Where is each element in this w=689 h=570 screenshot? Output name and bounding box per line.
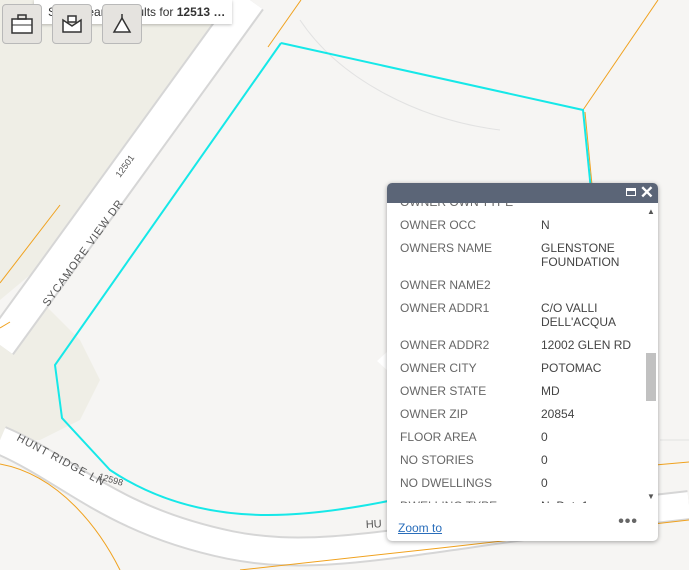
attribute-value: [537, 275, 641, 298]
measure-tool-button[interactable]: [102, 4, 142, 44]
attribute-row: OWNER ADDR1 C/O VALLI DELL'ACQUA: [396, 298, 641, 335]
measure-icon: [112, 14, 132, 33]
road-label-hunt-partial: HU: [366, 518, 383, 531]
attribute-row-partial: OWNER OWN TYPE: [396, 203, 641, 215]
attribute-value: 12002 GLEN RD: [541, 338, 632, 352]
attribute-value: 20854: [541, 407, 575, 421]
attribute-value: NoData1: [537, 496, 641, 503]
attribute-key: NO DWELLINGS: [400, 476, 493, 490]
zoom-to-link[interactable]: Zoom to: [398, 521, 442, 535]
scroll-up-icon[interactable]: ▲: [647, 207, 655, 216]
attribute-key: OWNER OCC: [400, 218, 476, 232]
attribute-value: 0: [541, 453, 548, 467]
attribute-row: NO DWELLINGS 0: [396, 473, 641, 496]
scroll-down-icon[interactable]: ▼: [647, 492, 655, 501]
attribute-value: GLENSTONE FOUNDATION: [541, 241, 620, 269]
close-icon[interactable]: ✕: [640, 184, 654, 202]
attribute-key: OWNER NAME2: [400, 278, 491, 292]
attribute-row: OWNER CITY POTOMAC: [396, 358, 641, 381]
feature-popup: ✕ OWNER OWN TYPE OWNER OCC N OWNERS NAME GL…: [387, 183, 658, 541]
briefcase-icon: [11, 14, 33, 34]
attribute-key: OWNER ZIP: [400, 407, 468, 421]
search-suggestion-query: 12513 …: [176, 5, 226, 19]
attribute-key: OWNER OWN TYPE: [396, 203, 537, 215]
attribute-value: N: [541, 218, 550, 232]
more-options-icon[interactable]: •••: [618, 513, 638, 531]
attribute-row: OWNERS NAME GLENSTONE FOUNDATION: [396, 238, 641, 275]
layers-tool-button[interactable]: [52, 4, 92, 44]
attribute-key: OWNERS NAME: [400, 241, 493, 255]
popup-attributes-panel[interactable]: OWNER OWN TYPE OWNER OCC N OWNERS NAME GLEN…: [387, 203, 642, 503]
attribute-row: FLOOR AREA 0: [396, 427, 641, 450]
attribute-value: 0: [541, 430, 548, 444]
attribute-key: OWNER ADDR1: [400, 301, 490, 315]
attribute-key: DWELLING TYPE: [396, 496, 537, 503]
maximize-icon[interactable]: [626, 188, 636, 196]
attribute-row: OWNER ADDR2 12002 GLEN RD: [396, 335, 641, 358]
attribute-key: NO STORIES: [400, 453, 474, 467]
attribute-key: OWNER STATE: [400, 384, 487, 398]
attribute-row: OWNER ZIP 20854: [396, 404, 641, 427]
attribute-row: OWNER NAME2: [396, 275, 641, 298]
attribute-row: OWNER STATE MD: [396, 381, 641, 404]
attribute-row: NO STORIES 0: [396, 450, 641, 473]
attribute-key: OWNER CITY: [400, 361, 477, 375]
scrollbar-thumb[interactable]: [646, 353, 656, 401]
attribute-row: DWELLING TYPENoData1: [396, 496, 641, 503]
popup-scrollbar[interactable]: ▲ ▼: [644, 205, 656, 501]
basemap-tool-button[interactable]: [2, 4, 42, 44]
attribute-key: OWNER ADDR2: [400, 338, 490, 352]
attribute-value: 0: [541, 476, 548, 490]
attribute-value: C/O VALLI DELL'ACQUA: [541, 301, 616, 329]
attribute-value: POTOMAC: [541, 361, 602, 375]
layers-icon: [62, 15, 82, 33]
attribute-key: FLOOR AREA: [400, 430, 477, 444]
attribute-table: OWNER OWN TYPE OWNER OCC N OWNERS NAME GLEN…: [396, 203, 641, 503]
popup-header: ✕: [387, 183, 658, 203]
popup-footer: Zoom to •••: [387, 503, 658, 541]
attribute-row: OWNER OCC N: [396, 215, 641, 238]
attribute-value: MD: [541, 384, 560, 398]
